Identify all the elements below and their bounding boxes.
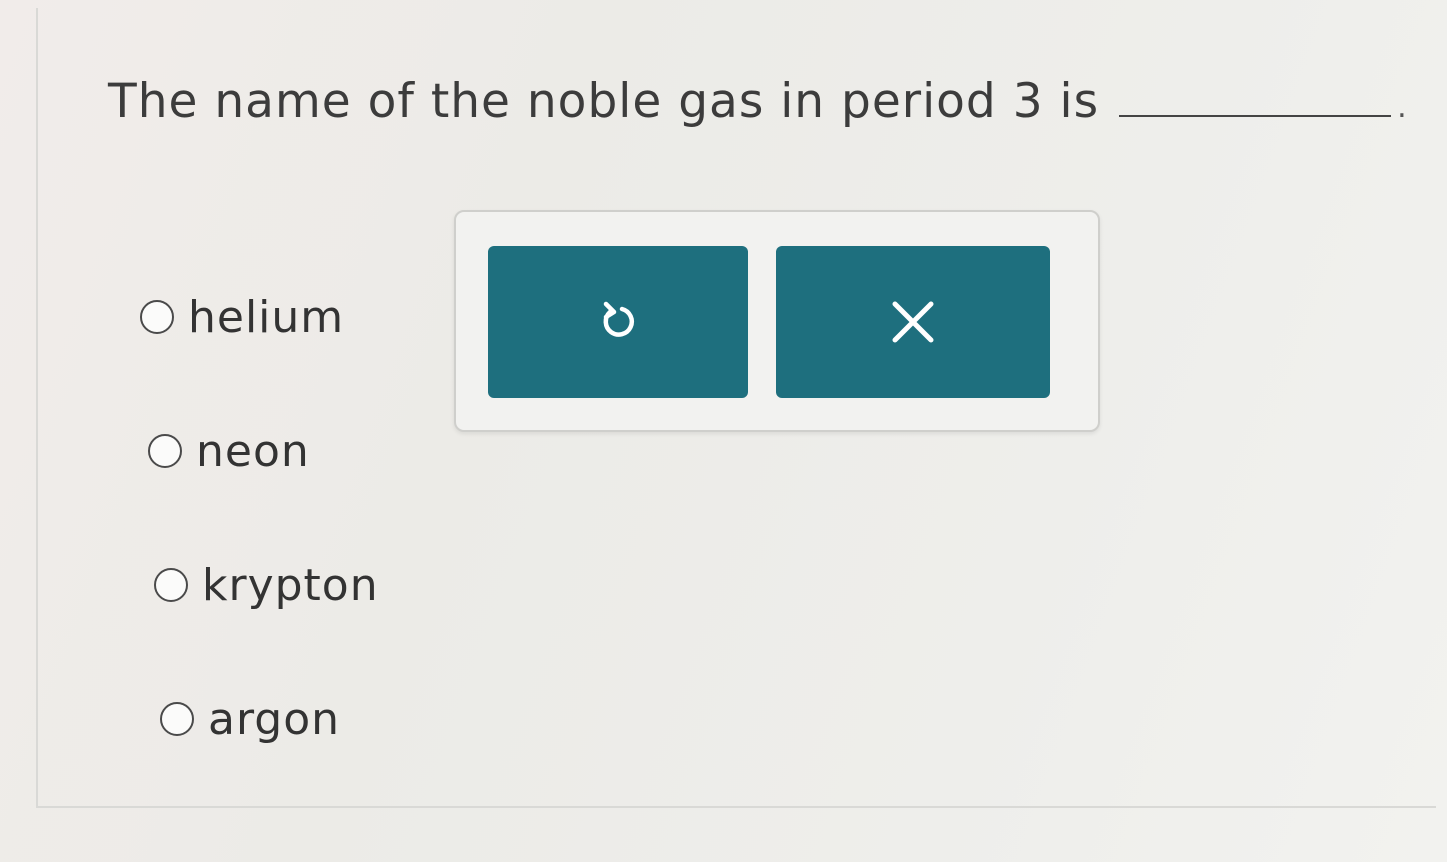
question-prompt: The name of the noble gas in period 3 is…	[108, 74, 1408, 129]
radio-button[interactable]	[148, 434, 182, 468]
question-text: The name of the noble gas in period 3 is	[108, 74, 1100, 129]
radio-button[interactable]	[154, 568, 188, 602]
answer-toolbar	[454, 210, 1100, 432]
radio-button[interactable]	[160, 702, 194, 736]
option-label: argon	[208, 693, 341, 745]
radio-button[interactable]	[140, 300, 174, 334]
option-argon[interactable]: argon	[160, 690, 379, 748]
option-krypton[interactable]: krypton	[154, 556, 379, 614]
option-label: krypton	[202, 559, 379, 611]
option-neon[interactable]: neon	[148, 422, 379, 480]
close-icon	[892, 301, 934, 343]
option-label: neon	[196, 425, 310, 477]
undo-icon	[603, 301, 634, 337]
question-end-punct: .	[1397, 90, 1408, 125]
answer-options: helium neon krypton argon	[140, 288, 379, 824]
page: The name of the noble gas in period 3 is…	[0, 0, 1447, 862]
option-label: helium	[188, 291, 345, 343]
answer-blank[interactable]	[1119, 75, 1392, 117]
undo-button[interactable]	[488, 246, 748, 398]
clear-button[interactable]	[776, 246, 1050, 398]
option-helium[interactable]: helium	[140, 288, 379, 346]
